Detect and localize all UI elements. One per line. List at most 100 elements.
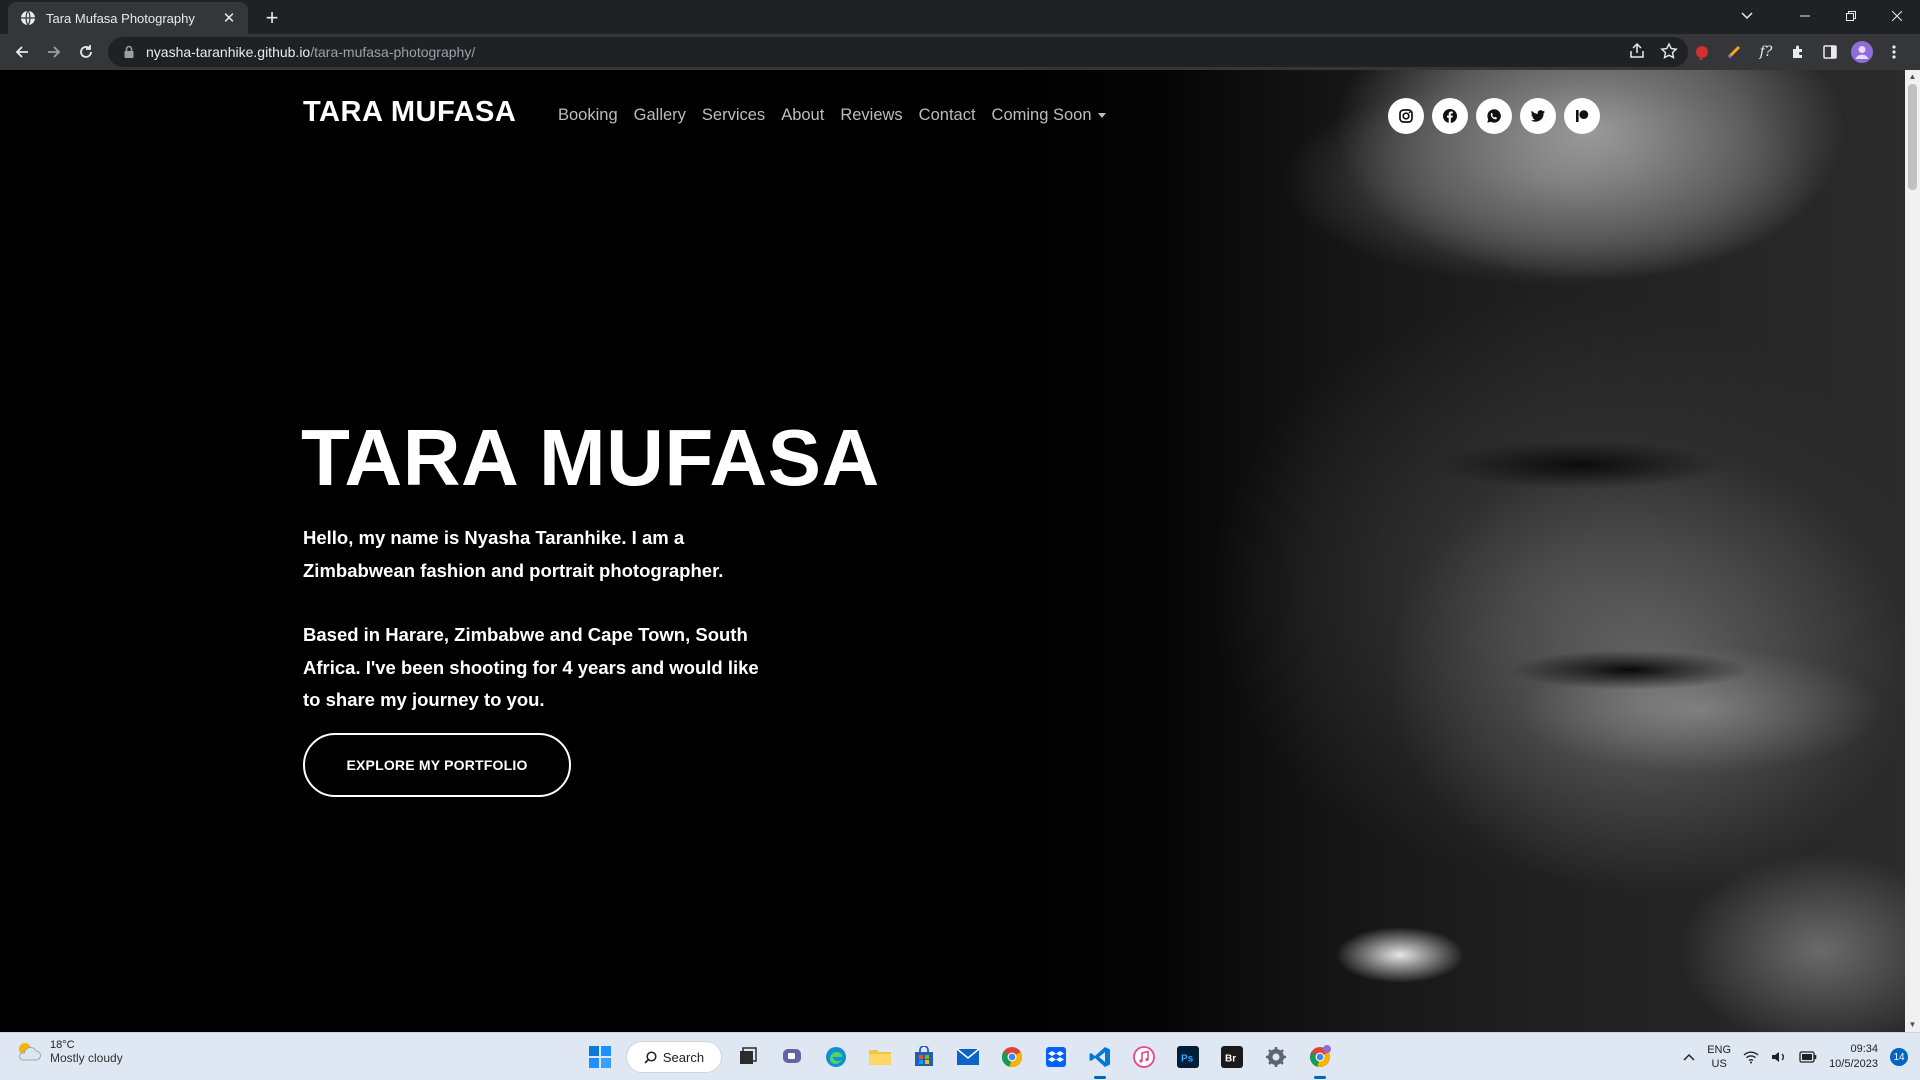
side-panel-icon[interactable] bbox=[1818, 40, 1842, 64]
browser-toolbar: nyasha-taranhike.github.io/tara-mufasa-p… bbox=[0, 34, 1920, 70]
nav-link-gallery[interactable]: Gallery bbox=[634, 106, 686, 125]
site-brand[interactable]: TARA MUFASA bbox=[303, 96, 516, 129]
new-tab-button[interactable]: + bbox=[258, 4, 286, 32]
start-button[interactable] bbox=[582, 1039, 618, 1075]
chrome-profile-button[interactable] bbox=[1302, 1039, 1338, 1079]
bookmark-star-icon[interactable] bbox=[1660, 42, 1678, 60]
profile-avatar[interactable] bbox=[1850, 40, 1874, 64]
bridge-button[interactable]: Br bbox=[1214, 1039, 1250, 1075]
browser-tabstrip: Tara Mufasa Photography ✕ + bbox=[0, 0, 1920, 34]
mail-button[interactable] bbox=[950, 1039, 986, 1075]
dropbox-button[interactable] bbox=[1038, 1039, 1074, 1075]
tab-title: Tara Mufasa Photography bbox=[46, 10, 195, 26]
cloudy-weather-icon bbox=[19, 1043, 41, 1061]
nav-link-reviews[interactable]: Reviews bbox=[840, 106, 902, 125]
nav-dropdown-coming-soon[interactable]: Coming Soon bbox=[992, 106, 1106, 125]
taskbar-apps: Search Ps Br bbox=[582, 1039, 1338, 1079]
volume-icon[interactable] bbox=[1771, 1050, 1787, 1064]
nav-link-services[interactable]: Services bbox=[702, 106, 765, 125]
clock-date: 10/5/2023 bbox=[1829, 1058, 1878, 1070]
vscode-button[interactable] bbox=[1082, 1039, 1118, 1079]
music-icon bbox=[1133, 1046, 1155, 1068]
extension-pen-icon[interactable] bbox=[1722, 40, 1746, 64]
browser-tab-active[interactable]: Tara Mufasa Photography ✕ bbox=[8, 2, 248, 34]
edge-button[interactable] bbox=[818, 1039, 854, 1075]
scroll-thumb[interactable] bbox=[1908, 84, 1917, 190]
svg-text:Ps: Ps bbox=[1181, 1054, 1194, 1065]
url-host: nyasha-taranhike.github.io bbox=[146, 44, 311, 60]
store-button[interactable] bbox=[906, 1039, 942, 1075]
scroll-up-icon[interactable]: ▲ bbox=[1905, 70, 1920, 84]
scroll-down-icon[interactable]: ▼ bbox=[1905, 1018, 1920, 1032]
settings-button[interactable] bbox=[1258, 1039, 1294, 1075]
search-icon bbox=[644, 1050, 657, 1064]
extension-fonts-icon[interactable]: f? bbox=[1754, 40, 1778, 64]
nav-link-contact[interactable]: Contact bbox=[919, 106, 976, 125]
hero-paragraph-1: Hello, my name is Nyasha Taranhike. I am… bbox=[303, 527, 724, 581]
input-language-region: US bbox=[1711, 1058, 1727, 1070]
close-window-button[interactable] bbox=[1874, 0, 1920, 32]
task-view-button[interactable] bbox=[730, 1039, 766, 1075]
photoshop-button[interactable]: Ps bbox=[1170, 1039, 1206, 1075]
twitter-icon bbox=[1531, 110, 1545, 122]
nav-link-about[interactable]: About bbox=[781, 106, 824, 125]
whatsapp-link[interactable] bbox=[1476, 98, 1512, 134]
chrome-icon bbox=[1001, 1047, 1022, 1068]
extensions-puzzle-icon[interactable] bbox=[1786, 40, 1810, 64]
extension-red-icon[interactable] bbox=[1690, 40, 1714, 64]
twitter-link[interactable] bbox=[1520, 98, 1556, 134]
explore-portfolio-button[interactable]: EXPLORE MY PORTFOLIO bbox=[303, 733, 571, 797]
file-explorer-button[interactable] bbox=[862, 1039, 898, 1075]
back-button[interactable] bbox=[8, 38, 36, 66]
windows-taskbar: 18°C Mostly cloudy Search Ps Br ENG US 0… bbox=[0, 1032, 1920, 1080]
hero-portrait-photo bbox=[1000, 70, 1905, 1032]
itunes-button[interactable] bbox=[1126, 1039, 1162, 1075]
arrow-left-icon bbox=[15, 46, 28, 58]
caret-down-icon bbox=[1097, 113, 1106, 119]
reload-icon bbox=[80, 45, 92, 58]
nav-link-booking[interactable]: Booking bbox=[558, 106, 618, 125]
battery-icon[interactable] bbox=[1799, 1051, 1817, 1063]
photoshop-icon: Ps bbox=[1177, 1046, 1199, 1068]
restore-button[interactable] bbox=[1828, 0, 1874, 32]
input-language-code: ENG bbox=[1707, 1044, 1732, 1056]
social-links bbox=[1388, 98, 1600, 134]
page-scrollbar[interactable]: ▲ ▼ bbox=[1905, 70, 1920, 1032]
dropbox-icon bbox=[1046, 1047, 1066, 1067]
bridge-icon: Br bbox=[1221, 1046, 1243, 1068]
address-bar[interactable]: nyasha-taranhike.github.io/tara-mufasa-p… bbox=[108, 37, 1688, 67]
tab-search-button[interactable] bbox=[1724, 0, 1770, 32]
tab-close-icon[interactable]: ✕ bbox=[220, 9, 238, 27]
photo-nose-highlight bbox=[1320, 910, 1480, 1000]
patreon-link[interactable] bbox=[1564, 98, 1600, 134]
weather-description: Mostly cloudy bbox=[50, 1051, 123, 1065]
globe-icon bbox=[21, 10, 35, 26]
weather-widget[interactable]: 18°C Mostly cloudy bbox=[14, 1039, 123, 1065]
share-icon[interactable] bbox=[1628, 42, 1646, 60]
photo-brow-area bbox=[1400, 430, 1760, 500]
notification-badge[interactable]: 14 bbox=[1890, 1048, 1908, 1066]
wifi-icon[interactable] bbox=[1743, 1050, 1759, 1064]
chrome-icon bbox=[1309, 1045, 1331, 1068]
facebook-icon bbox=[1443, 109, 1457, 123]
minimize-icon bbox=[1800, 15, 1810, 17]
input-language[interactable]: ENG US bbox=[1707, 1043, 1731, 1071]
chevron-up-icon[interactable] bbox=[1683, 1053, 1695, 1061]
more-menu-icon[interactable] bbox=[1882, 40, 1906, 64]
facebook-link[interactable] bbox=[1432, 98, 1468, 134]
system-tray: ENG US 09:34 10/5/2023 14 bbox=[1683, 1039, 1908, 1075]
chat-icon bbox=[783, 1049, 801, 1063]
store-icon bbox=[915, 1046, 933, 1066]
patreon-icon bbox=[1576, 110, 1589, 122]
teams-chat-button[interactable] bbox=[774, 1039, 810, 1075]
site-header: TARA MUFASA Booking Gallery Services Abo… bbox=[0, 70, 1905, 162]
instagram-link[interactable] bbox=[1388, 98, 1424, 134]
clock[interactable]: 09:34 10/5/2023 bbox=[1829, 1042, 1878, 1072]
taskbar-search[interactable]: Search bbox=[626, 1041, 722, 1073]
instagram-icon bbox=[1399, 109, 1413, 123]
forward-button[interactable] bbox=[40, 38, 68, 66]
chrome-button[interactable] bbox=[994, 1039, 1030, 1075]
reload-button[interactable] bbox=[72, 38, 100, 66]
minimize-button[interactable] bbox=[1782, 0, 1828, 32]
svg-text:Br: Br bbox=[1225, 1054, 1236, 1065]
